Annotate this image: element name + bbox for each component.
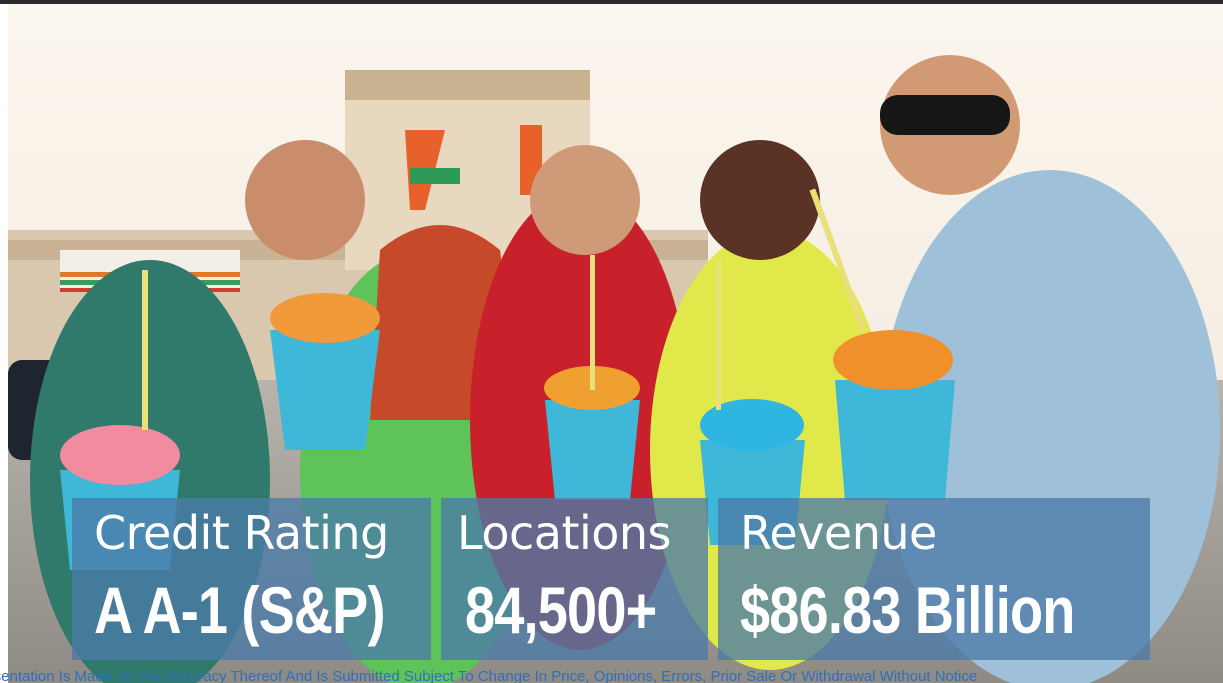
- credit-rating-value: A A-1 (S&P): [94, 573, 385, 647]
- locations-card: Locations 84,500+: [441, 498, 708, 660]
- top-border-strip: [0, 0, 1223, 4]
- locations-value: 84,500+: [465, 573, 657, 647]
- revenue-value: $86.83 Billion: [740, 573, 1075, 647]
- revenue-label: Revenue: [740, 506, 937, 560]
- credit-rating-label: Credit Rating: [94, 506, 389, 560]
- revenue-card: Revenue $86.83 Billion: [718, 498, 1150, 660]
- locations-label: Locations: [457, 506, 672, 560]
- left-edge: [0, 4, 8, 683]
- disclaimer-text: presentation Is Made To The Accuracy The…: [0, 670, 978, 683]
- credit-rating-card: Credit Rating A A-1 (S&P): [72, 498, 431, 660]
